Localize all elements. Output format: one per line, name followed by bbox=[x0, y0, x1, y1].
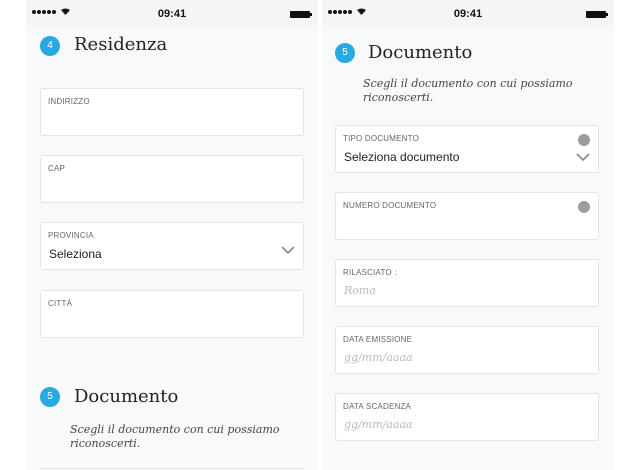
status-time: 09:41 bbox=[157, 8, 187, 20]
numero-documento-field[interactable]: NUMERO DOCUMENTO bbox=[335, 192, 599, 240]
status-bar: 09:41 bbox=[26, 0, 318, 26]
next-field-edge bbox=[40, 468, 304, 469]
status-time: 09:41 bbox=[453, 8, 483, 20]
tipo-documento-value: Seleziona documento bbox=[344, 150, 460, 164]
data-scadenza-placeholder: gg/mm/aaaa bbox=[344, 418, 413, 431]
right-phone-screen: 09:41 5 Documento Scegli il documento co… bbox=[322, 0, 614, 470]
documento-subtitle-line1: Scegli il documento con cui possiamo bbox=[363, 77, 573, 90]
step-badge-residenza: 4 bbox=[40, 36, 60, 56]
status-bar: 09:41 bbox=[322, 0, 614, 26]
data-scadenza-label: DATA SCADENZA bbox=[343, 402, 412, 411]
data-emissione-placeholder: gg/mm/aaaa bbox=[344, 351, 413, 364]
provincia-select[interactable]: PROVINCIA Seleziona bbox=[40, 222, 304, 270]
info-icon[interactable] bbox=[578, 134, 590, 146]
documento-subtitle-line2: riconoscerti. bbox=[363, 91, 434, 104]
chevron-down-icon[interactable] bbox=[281, 245, 295, 255]
data-emissione-field[interactable]: DATA EMISSIONE gg/mm/aaaa bbox=[335, 326, 599, 374]
citta-label: CITTÀ bbox=[48, 299, 73, 308]
citta-field[interactable]: CITTÀ bbox=[40, 290, 304, 338]
section-title-residenza: Residenza bbox=[74, 34, 168, 55]
indirizzo-field[interactable]: INDIRIZZO bbox=[40, 88, 304, 136]
tipo-documento-label: TIPO DOCUMENTO bbox=[343, 134, 419, 143]
provincia-label: PROVINCIA bbox=[48, 231, 94, 240]
battery-icon bbox=[290, 11, 312, 18]
rilasciato-field[interactable]: RILASCIATO : Roma bbox=[335, 259, 599, 307]
step-badge-documento: 5 bbox=[40, 387, 60, 407]
data-emissione-label: DATA EMISSIONE bbox=[343, 335, 413, 344]
section-title-documento: Documento bbox=[74, 386, 179, 407]
indirizzo-label: INDIRIZZO bbox=[48, 97, 90, 106]
cap-label: CAP bbox=[48, 164, 66, 173]
chevron-down-icon[interactable] bbox=[576, 152, 590, 162]
provincia-value: Seleziona bbox=[49, 247, 102, 261]
documento-subtitle: Scegli il documento con cui possiamo ric… bbox=[363, 77, 573, 105]
info-icon[interactable] bbox=[578, 201, 590, 213]
numero-documento-label: NUMERO DOCUMENTO bbox=[343, 201, 437, 210]
rilasciato-label: RILASCIATO : bbox=[343, 268, 397, 277]
data-scadenza-field[interactable]: DATA SCADENZA gg/mm/aaaa bbox=[335, 393, 599, 441]
tipo-documento-select[interactable]: TIPO DOCUMENTO Seleziona documento bbox=[335, 125, 599, 173]
documento-subtitle-line2: riconoscerti. bbox=[70, 437, 141, 450]
cap-field[interactable]: CAP bbox=[40, 155, 304, 203]
step-badge-documento: 5 bbox=[335, 43, 355, 63]
documento-subtitle-line1: Scegli il documento con cui possiamo bbox=[70, 423, 280, 436]
battery-icon bbox=[586, 11, 608, 18]
left-phone-screen: 09:41 4 Residenza INDIRIZZO CAP PROVINCI… bbox=[26, 0, 318, 470]
section-title-documento: Documento bbox=[368, 42, 473, 63]
documento-subtitle: Scegli il documento con cui possiamo ric… bbox=[70, 423, 280, 451]
rilasciato-placeholder: Roma bbox=[344, 284, 376, 297]
